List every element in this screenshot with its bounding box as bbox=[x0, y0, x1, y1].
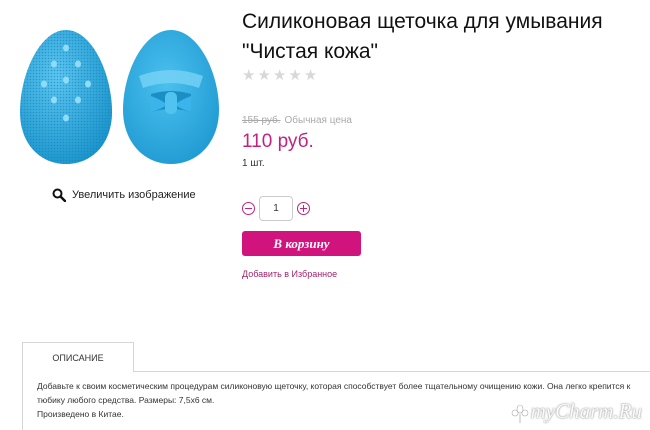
quantity-input[interactable] bbox=[259, 196, 293, 221]
star-icon[interactable]: ★ bbox=[304, 66, 317, 84]
star-icon[interactable]: ★ bbox=[288, 66, 301, 84]
star-icon[interactable]: ★ bbox=[273, 66, 286, 84]
quantity-stepper bbox=[242, 196, 310, 221]
brush-back bbox=[123, 30, 219, 164]
old-price-label: Обычная цена bbox=[284, 115, 352, 126]
magnifier-icon bbox=[52, 188, 66, 202]
watermark-text: myCharm.Ru bbox=[530, 399, 642, 423]
product-title: Силиконовая щеточка для умывания "Чистая… bbox=[242, 10, 603, 63]
plus-circle-icon[interactable] bbox=[297, 202, 310, 215]
old-price: 155 руб. bbox=[242, 115, 281, 126]
star-icon[interactable]: ★ bbox=[257, 66, 270, 84]
rating-stars[interactable]: ★ ★ ★ ★ ★ bbox=[242, 66, 317, 84]
old-price-row: 155 руб. Обычная цена bbox=[242, 115, 352, 126]
unit-label: 1 шт. bbox=[242, 158, 265, 169]
zoom-image-link[interactable]: Увеличить изображение bbox=[52, 188, 196, 202]
product-image[interactable] bbox=[14, 24, 224, 174]
current-price: 110 руб. bbox=[242, 131, 314, 152]
zoom-image-label: Увеличить изображение bbox=[72, 189, 196, 201]
tab-description[interactable]: ОПИСАНИЕ bbox=[22, 342, 134, 372]
brush-front bbox=[20, 30, 112, 164]
minus-circle-icon[interactable] bbox=[242, 202, 255, 215]
description-line: Добавьте к своим косметическим процедура… bbox=[37, 381, 631, 391]
flower-icon bbox=[511, 404, 528, 423]
add-to-cart-button[interactable]: В корзину bbox=[242, 231, 361, 256]
add-to-favorites-link[interactable]: Добавить в Избранное bbox=[242, 269, 337, 279]
star-icon[interactable]: ★ bbox=[242, 66, 255, 84]
watermark: myCharm.Ru bbox=[511, 399, 642, 424]
